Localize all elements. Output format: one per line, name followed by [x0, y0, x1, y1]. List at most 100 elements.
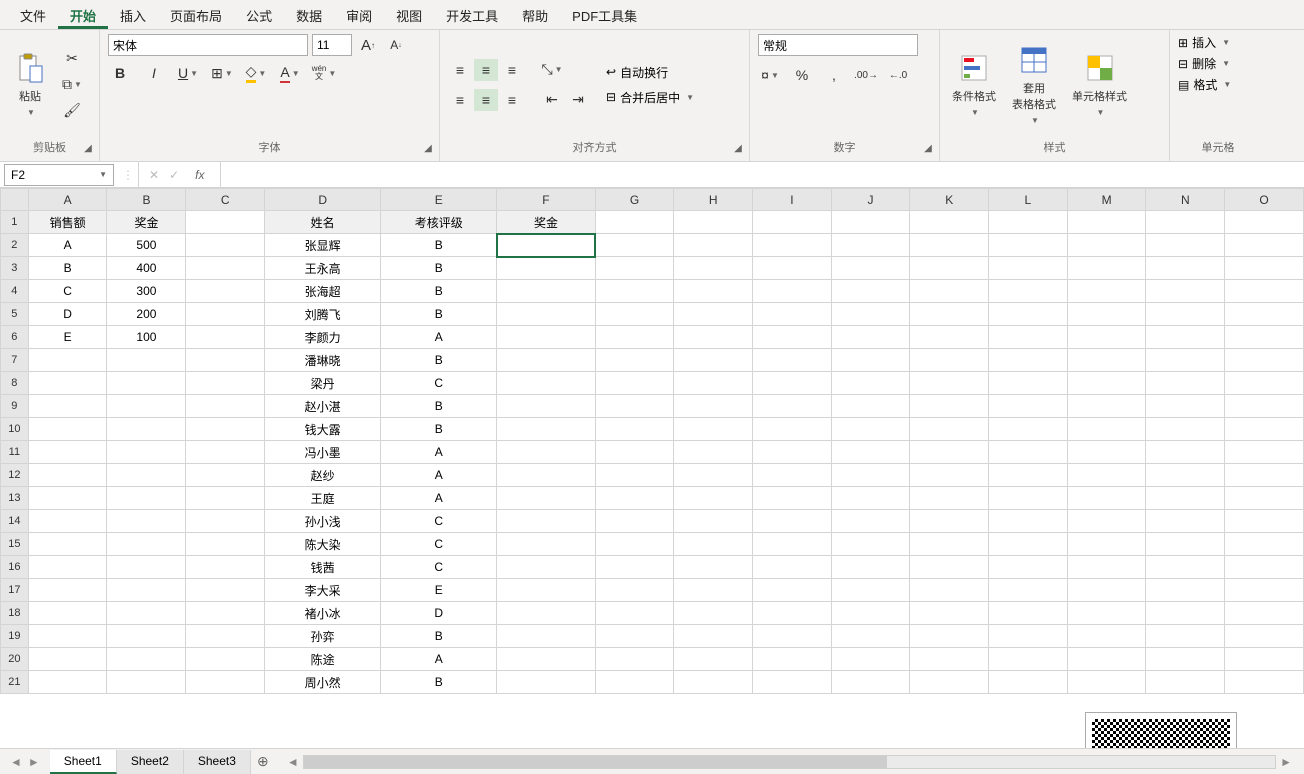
cancel-formula-button[interactable]: ✕ [149, 168, 159, 182]
cell-F13[interactable] [497, 487, 595, 510]
fill-color-button[interactable]: ◇▼ [244, 62, 268, 84]
cell-B5[interactable]: 200 [107, 303, 186, 326]
cell-M10[interactable] [1067, 418, 1146, 441]
cell-N5[interactable] [1146, 303, 1225, 326]
cell-N20[interactable] [1146, 648, 1225, 671]
cell-M1[interactable] [1067, 211, 1146, 234]
cell-D5[interactable]: 刘腾飞 [265, 303, 381, 326]
cell-H14[interactable] [674, 510, 753, 533]
col-header-M[interactable]: M [1067, 189, 1146, 211]
cell-K2[interactable] [910, 234, 989, 257]
cell-G3[interactable] [595, 257, 674, 280]
align-right-button[interactable]: ≡ [500, 89, 524, 111]
menu-tab-数据[interactable]: 数据 [284, 0, 334, 29]
cell-G6[interactable] [595, 326, 674, 349]
cell-D20[interactable]: 陈途 [265, 648, 381, 671]
row-header-12[interactable]: 12 [1, 464, 29, 487]
align-bottom-button[interactable]: ≡ [500, 59, 524, 81]
cell-O1[interactable] [1225, 211, 1304, 234]
cell-C16[interactable] [186, 556, 265, 579]
cell-L18[interactable] [989, 602, 1068, 625]
cell-D19[interactable]: 孙弈 [265, 625, 381, 648]
menu-tab-公式[interactable]: 公式 [234, 0, 284, 29]
select-all-corner[interactable] [1, 189, 29, 211]
cell-B13[interactable] [107, 487, 186, 510]
cell-A13[interactable] [28, 487, 107, 510]
cell-N18[interactable] [1146, 602, 1225, 625]
cell-K6[interactable] [910, 326, 989, 349]
menu-tab-文件[interactable]: 文件 [8, 0, 58, 29]
cell-H6[interactable] [674, 326, 753, 349]
cell-L3[interactable] [989, 257, 1068, 280]
cell-A14[interactable] [28, 510, 107, 533]
menu-tab-开始[interactable]: 开始 [58, 0, 108, 29]
cell-M8[interactable] [1067, 372, 1146, 395]
cell-G11[interactable] [595, 441, 674, 464]
cell-A15[interactable] [28, 533, 107, 556]
cell-E1[interactable]: 考核评级 [381, 211, 497, 234]
cell-F14[interactable] [497, 510, 595, 533]
col-header-K[interactable]: K [910, 189, 989, 211]
cell-K21[interactable] [910, 671, 989, 694]
row-header-7[interactable]: 7 [1, 349, 29, 372]
cell-K7[interactable] [910, 349, 989, 372]
cell-I21[interactable] [753, 671, 832, 694]
row-header-10[interactable]: 10 [1, 418, 29, 441]
cell-E14[interactable]: C [381, 510, 497, 533]
row-header-9[interactable]: 9 [1, 395, 29, 418]
cell-G20[interactable] [595, 648, 674, 671]
cell-F4[interactable] [497, 280, 595, 303]
cell-H20[interactable] [674, 648, 753, 671]
italic-button[interactable]: I [142, 62, 166, 84]
formula-input[interactable] [221, 162, 1304, 187]
cell-B21[interactable] [107, 671, 186, 694]
cell-B14[interactable] [107, 510, 186, 533]
cell-B19[interactable] [107, 625, 186, 648]
cell-J13[interactable] [831, 487, 910, 510]
cell-O10[interactable] [1225, 418, 1304, 441]
font-name-select[interactable] [108, 34, 308, 56]
cell-G7[interactable] [595, 349, 674, 372]
cell-L12[interactable] [989, 464, 1068, 487]
cell-A8[interactable] [28, 372, 107, 395]
cell-O21[interactable] [1225, 671, 1304, 694]
cell-J17[interactable] [831, 579, 910, 602]
menu-tab-审阅[interactable]: 审阅 [334, 0, 384, 29]
cell-O3[interactable] [1225, 257, 1304, 280]
wrap-text-button[interactable]: ↩自动换行 [606, 64, 694, 81]
row-header-15[interactable]: 15 [1, 533, 29, 556]
cell-E20[interactable]: A [381, 648, 497, 671]
cell-F6[interactable] [497, 326, 595, 349]
cell-D7[interactable]: 潘琳晓 [265, 349, 381, 372]
cell-B10[interactable] [107, 418, 186, 441]
cell-D18[interactable]: 褚小冰 [265, 602, 381, 625]
cell-K14[interactable] [910, 510, 989, 533]
menu-tab-PDF工具集[interactable]: PDF工具集 [560, 0, 649, 29]
cell-C20[interactable] [186, 648, 265, 671]
cell-O14[interactable] [1225, 510, 1304, 533]
col-header-L[interactable]: L [989, 189, 1068, 211]
cell-I13[interactable] [753, 487, 832, 510]
cell-M11[interactable] [1067, 441, 1146, 464]
cell-G4[interactable] [595, 280, 674, 303]
cell-I14[interactable] [753, 510, 832, 533]
cell-H8[interactable] [674, 372, 753, 395]
cell-F8[interactable] [497, 372, 595, 395]
cell-I18[interactable] [753, 602, 832, 625]
cell-K1[interactable] [910, 211, 989, 234]
cell-N13[interactable] [1146, 487, 1225, 510]
cell-E19[interactable]: B [381, 625, 497, 648]
paste-button[interactable]: 粘贴 ▼ [8, 48, 52, 121]
cell-I19[interactable] [753, 625, 832, 648]
cell-C1[interactable] [186, 211, 265, 234]
cell-H9[interactable] [674, 395, 753, 418]
cell-G15[interactable] [595, 533, 674, 556]
cell-B2[interactable]: 500 [107, 234, 186, 257]
cell-J5[interactable] [831, 303, 910, 326]
cell-B15[interactable] [107, 533, 186, 556]
cell-N16[interactable] [1146, 556, 1225, 579]
cell-C13[interactable] [186, 487, 265, 510]
cell-K11[interactable] [910, 441, 989, 464]
cell-L1[interactable] [989, 211, 1068, 234]
cell-F3[interactable] [497, 257, 595, 280]
